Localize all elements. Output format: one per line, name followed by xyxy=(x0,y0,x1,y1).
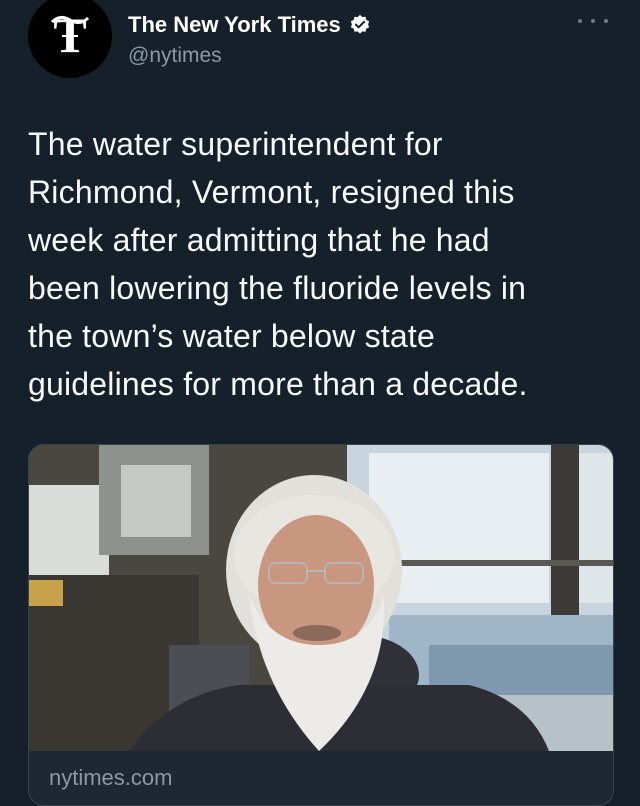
news-photo[interactable] xyxy=(29,445,613,751)
verified-badge-icon xyxy=(349,14,371,36)
handle[interactable]: @nytimes xyxy=(128,44,222,68)
display-name[interactable]: The New York Times xyxy=(128,12,341,38)
nyt-logo-icon: T xyxy=(50,7,90,63)
avatar[interactable]: T xyxy=(28,0,112,78)
tweet-text: The water superintendent for Richmond, V… xyxy=(28,126,528,402)
more-options-icon[interactable] xyxy=(578,14,608,28)
card-domain[interactable]: nytimes.com xyxy=(49,765,172,791)
author-name-row: The New York Times xyxy=(128,12,371,38)
link-card[interactable]: nytimes.com xyxy=(28,444,614,806)
tweet-header: T The New York Times @nytimes xyxy=(0,0,640,100)
